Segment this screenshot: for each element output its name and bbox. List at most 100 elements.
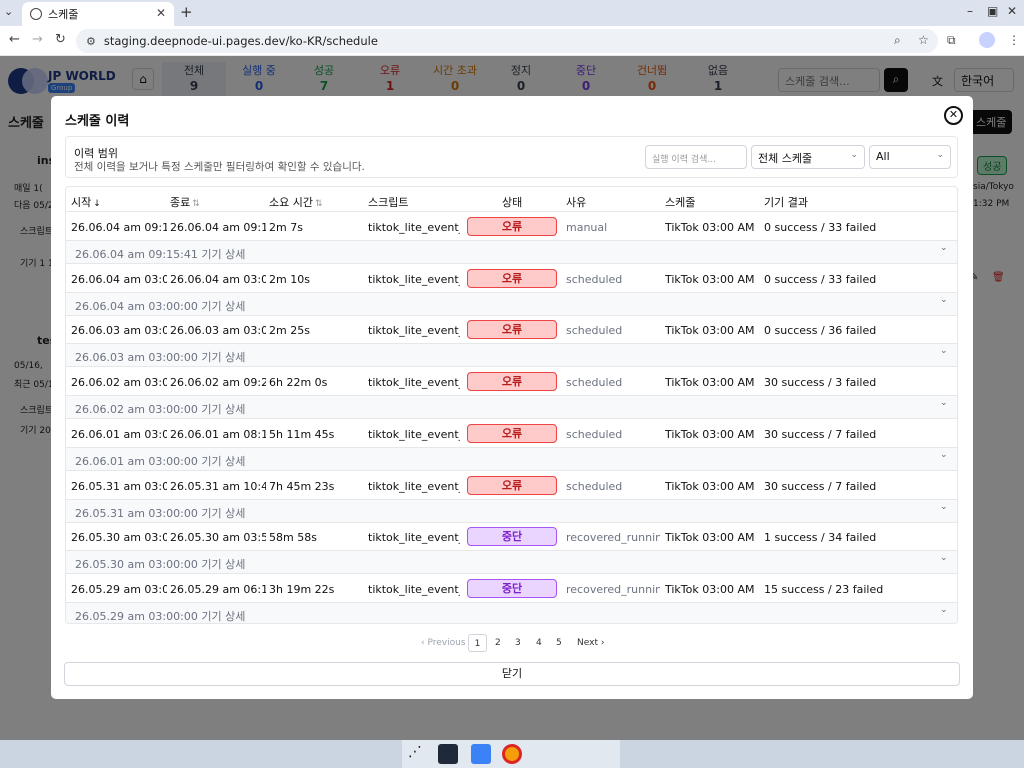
minimize-icon[interactable]: – [967,4,973,18]
close-icon: ✕ [948,108,959,121]
device-detail-toggle[interactable]: 26.05.31 am 03:00:00 기기 상세 ⌄ [66,499,957,523]
row-main[interactable]: 26.06.01 am 03:00:0026.06.01 am 08:11:45… [66,419,957,448]
close-button[interactable]: 닫기 [64,662,960,686]
row-main[interactable]: 26.06.04 am 03:00:0026.06.04 am 03:02:10… [66,264,957,293]
row-duration: 3h 19m 22s [269,582,335,596]
launcher-icon[interactable]: ⋰ [408,744,428,764]
browser-tab[interactable]: 스케줄 ✕ [22,2,174,26]
row-main[interactable]: 26.05.31 am 03:00:0026.05.31 am 10:45:23… [66,471,957,500]
device-detail-label: 26.05.30 am 03:00:00 기기 상세 [75,558,246,572]
device-detail-toggle[interactable]: 26.06.04 am 03:00:00 기기 상세 ⌄ [66,292,957,316]
row-duration: 7h 45m 23s [269,479,335,493]
device-detail-toggle[interactable]: 26.05.30 am 03:00:00 기기 상세 ⌄ [66,551,957,575]
table-row: 26.06.03 am 03:00:0026.06.03 am 03:02:25… [66,315,957,368]
status-badge: 오류 [467,372,557,392]
close-tab-icon[interactable]: ✕ [156,6,166,20]
row-start-time: 26.05.31 am 03:00:00 [71,479,167,493]
device-detail-toggle[interactable]: 26.06.04 am 09:15:41 기기 상세 ⌄ [66,241,957,264]
table-row: 26.06.04 am 09:15:4126.06.04 am 09:17:48… [66,212,957,264]
new-tab-icon[interactable]: + [180,3,193,21]
chevron-down-icon: ⌄ [936,150,944,160]
row-end-time: 26.05.30 am 03:58:58 [170,531,266,545]
row-reason: scheduled [566,427,623,441]
chrome-icon[interactable] [502,744,522,764]
row-main[interactable]: 26.06.04 am 09:15:4126.06.04 am 09:17:48… [66,212,957,241]
row-schedule: TikTok 03:00 AM [665,479,755,493]
chevron-down-icon: ⌄ [940,294,948,305]
row-main[interactable]: 26.06.03 am 03:00:0026.06.03 am 03:02:25… [66,315,957,345]
column-header-end[interactable]: 종료 ⇅ [170,194,200,210]
chevron-down-icon: ⌄ [940,604,948,615]
row-end-time: 26.06.04 am 03:02:10 [170,272,266,286]
previous-page-button[interactable]: ‹ Previous [421,634,466,652]
row-main[interactable]: 26.05.30 am 03:00:0026.05.30 am 03:58:58… [66,522,957,552]
page-button-1[interactable]: 1 [468,634,487,652]
row-end-time: 26.05.31 am 10:45:23 [170,479,266,493]
column-header-start[interactable]: 시작 ↓ [71,194,101,210]
row-start-time: 26.06.02 am 03:00:00 [71,376,167,390]
status-filter-select[interactable]: All ⌄ [869,145,951,169]
next-page-button[interactable]: Next › [577,634,604,652]
modal-title: 스케줄 이력 [65,114,130,129]
files-icon[interactable] [471,744,491,764]
pagination: ‹ Previous 1 2 3 4 5 Next › [51,634,973,652]
site-info-icon[interactable]: ⚙ [86,35,96,48]
row-schedule: TikTok 03:00 AM [665,221,755,234]
back-icon[interactable]: ← [9,32,20,47]
table-row: 26.05.31 am 03:00:0026.05.31 am 10:45:23… [66,471,957,523]
row-main[interactable]: 26.06.02 am 03:00:0026.06.02 am 09:22:00… [66,367,957,397]
column-header-device-result: 기기 결과 [764,196,808,209]
terminal-icon[interactable] [438,744,458,764]
forward-icon[interactable]: → [32,32,43,47]
schedule-filter-select[interactable]: 전체 스케줄 ⌄ [751,145,865,169]
address-bar[interactable]: ⚙ staging.deepnode-ui.pages.dev/ko-KR/sc… [76,29,938,53]
status-badge: 오류 [467,320,557,340]
device-detail-label: 26.06.02 am 03:00:00 기기 상세 [75,403,246,417]
row-schedule: TikTok 03:00 AM [665,272,755,286]
row-start-time: 26.06.03 am 03:00:00 [71,324,167,338]
row-end-time: 26.06.04 am 09:17:48 [170,221,266,234]
schedule-filter-value: 전체 스케줄 [758,152,813,165]
device-detail-toggle[interactable]: 26.06.01 am 03:00:00 기기 상세 ⌄ [66,447,957,471]
row-end-time: 26.06.02 am 09:22:00 [170,376,266,390]
row-reason: scheduled [566,479,623,493]
close-window-icon[interactable]: ✕ [1007,4,1017,18]
bookmark-star-icon[interactable]: ☆ [918,33,929,47]
page-button-5[interactable]: 5 [556,634,562,652]
row-end-time: 26.06.01 am 08:11:45 [170,427,266,441]
row-schedule: TikTok 03:00 AM [665,376,755,390]
device-detail-toggle[interactable]: 26.05.29 am 03:00:00 기기 상세 ⌄ [66,602,957,623]
row-device-result: 0 success / 33 failed [764,221,877,234]
reload-icon[interactable]: ↻ [55,32,66,47]
close-modal-button[interactable]: ✕ [944,106,963,125]
device-detail-toggle[interactable]: 26.06.03 am 03:00:00 기기 상세 ⌄ [66,344,957,368]
column-header-duration[interactable]: 소요 시간 ⇅ [269,194,323,210]
row-script: tiktok_lite_event_... [368,427,460,441]
page-button-4[interactable]: 4 [536,634,542,652]
os-shelf: ⋰ [0,740,1024,768]
page-button-3[interactable]: 3 [515,634,521,652]
zoom-icon[interactable]: ⌕ [894,33,901,48]
device-detail-toggle[interactable]: 26.06.02 am 03:00:00 기기 상세 ⌄ [66,396,957,420]
row-device-result: 0 success / 33 failed [764,272,877,286]
extensions-icon[interactable]: ⧉ [947,33,956,48]
table-row: 26.05.29 am 03:00:0026.05.29 am 06:19:22… [66,574,957,623]
tab-search-chevron-icon[interactable]: ⌄ [4,5,13,18]
page-button-2[interactable]: 2 [495,634,501,652]
row-end-time: 26.05.29 am 06:19:22 [170,582,266,596]
column-header-schedule: 스케줄 [665,196,696,209]
more-menu-icon[interactable]: ⋮ [1008,33,1020,47]
device-detail-label: 26.06.04 am 09:15:41 기기 상세 [75,248,246,261]
history-filter-panel: 이력 범위 전체 이력을 보거나 특정 스케줄만 필터링하여 확인할 수 있습니… [65,136,958,178]
row-script: tiktok_lite_event_... [368,376,460,390]
status-badge: 중단 [467,578,557,598]
chevron-down-icon: ⌄ [940,553,948,564]
history-search-input[interactable]: 실행 이력 검색... [645,145,747,169]
row-main[interactable]: 26.05.29 am 03:00:0026.05.29 am 06:19:22… [66,574,957,603]
profile-avatar[interactable] [979,32,995,48]
maximize-icon[interactable]: ▣ [987,4,998,18]
status-badge: 오류 [467,268,557,288]
row-script: tiktok_lite_event_... [368,324,460,338]
history-table: 시작 ↓ 종료 ⇅ 소요 시간 ⇅ 스크립트 상태 사유 스케줄 기기 결과 26.0… [65,186,958,624]
device-detail-label: 26.06.03 am 03:00:00 기기 상세 [75,351,246,365]
